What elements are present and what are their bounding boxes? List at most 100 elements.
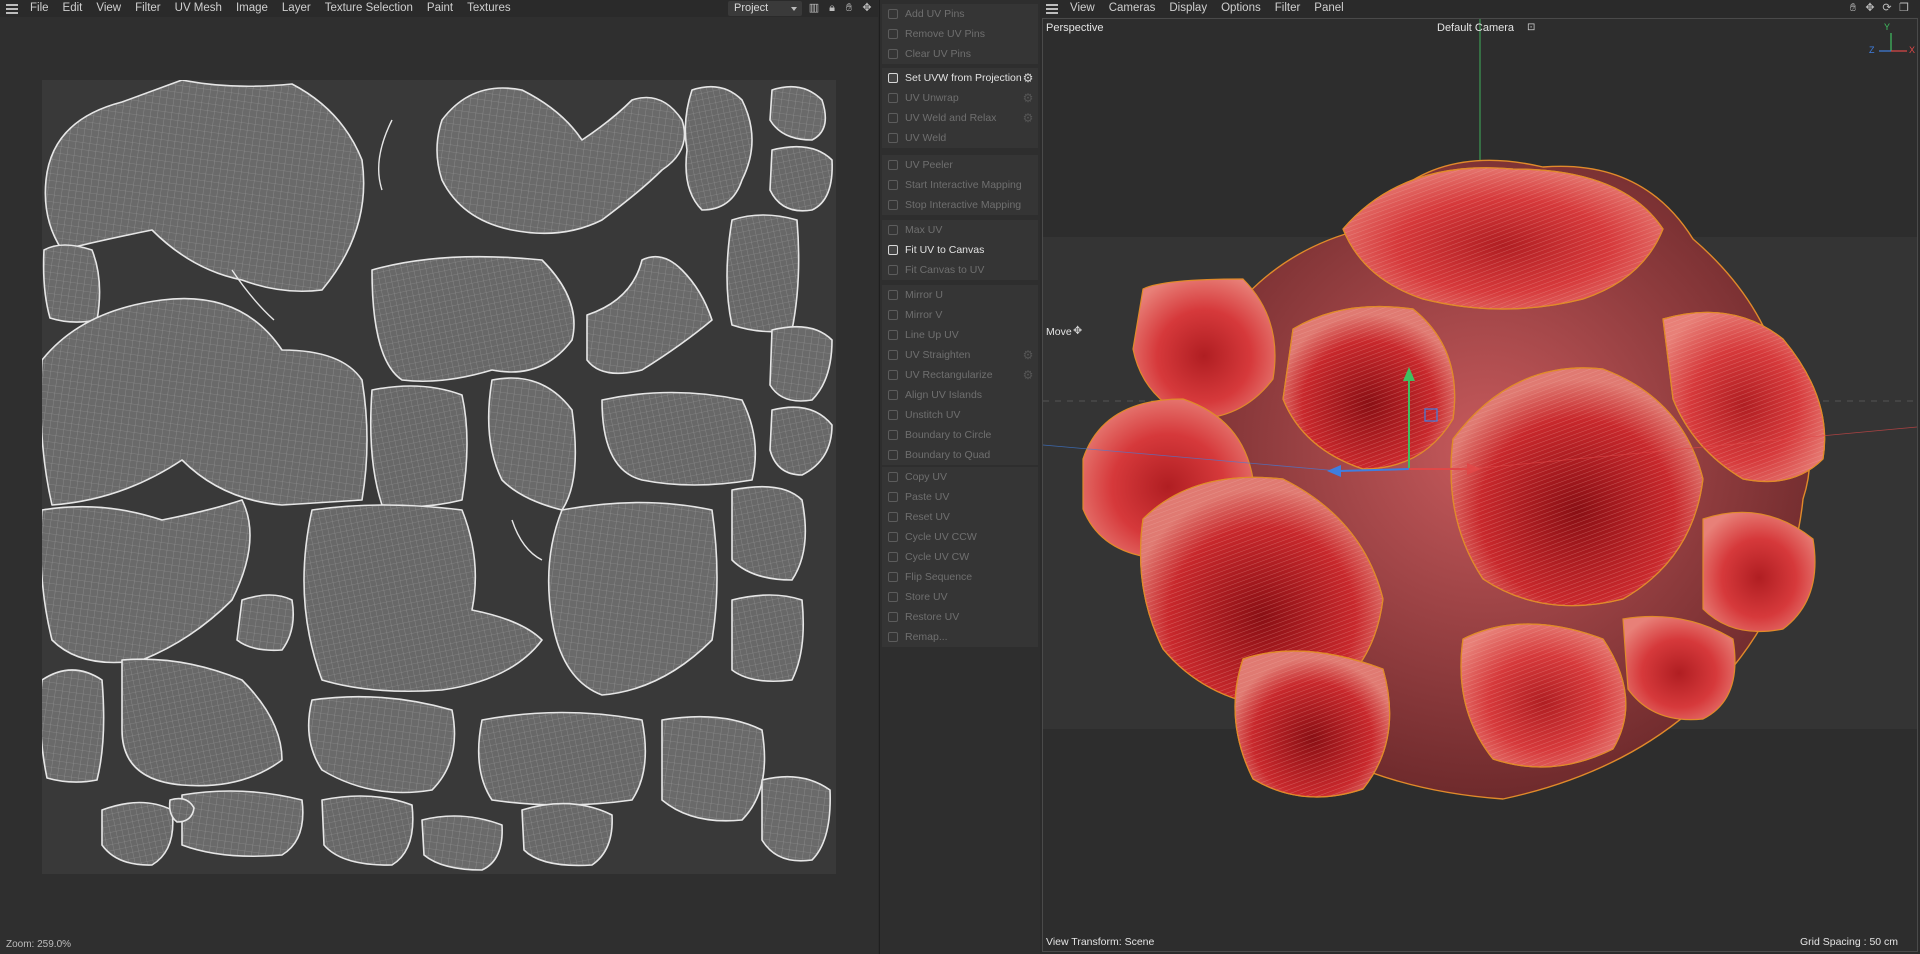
command-boundary-to-quad[interactable]: Boundary to Quad <box>882 445 1038 465</box>
command-remap[interactable]: Remap... <box>882 627 1038 647</box>
command-uv-weld[interactable]: UV Weld <box>882 128 1038 148</box>
uv-canvas[interactable] <box>42 80 836 874</box>
maximize-icon[interactable]: ❐ <box>1898 2 1910 14</box>
perspective-label[interactable]: Perspective <box>1046 22 1103 34</box>
menu-texture-selection[interactable]: Texture Selection <box>318 0 420 17</box>
command-group-6: Copy UV Paste UV Reset UV Cycle UV CCW Cycle… <box>882 467 1038 647</box>
command-start-interactive-mapping[interactable]: Start Interactive Mapping <box>882 175 1038 195</box>
menu-view[interactable]: View <box>89 0 128 17</box>
menu-filter[interactable]: Filter <box>128 0 168 17</box>
cycle-uv-cw-icon <box>888 552 898 562</box>
remap-icon <box>888 632 898 642</box>
command-uv-weld-and-relax[interactable]: UV Weld and Relax ⚙ <box>882 108 1038 128</box>
command-label: UV Unwrap <box>905 92 959 104</box>
chevron-down-icon <box>791 7 797 11</box>
gear-icon[interactable]: ⚙ <box>1022 92 1034 104</box>
menu-layer[interactable]: Layer <box>275 0 318 17</box>
command-set-uvw-from-projection[interactable]: Set UVW from Projection ⚙ <box>882 68 1038 88</box>
hand-pan-icon[interactable]: ✋︎ <box>1847 2 1859 14</box>
command-add-uv-pins[interactable]: Add UV Pins <box>882 4 1038 24</box>
gear-icon[interactable]: ⚙ <box>1022 72 1034 84</box>
command-line-up-uv[interactable]: Line Up UV <box>882 325 1038 345</box>
command-group-5: Mirror U Mirror V Line Up UV UV Straighten ⚙… <box>882 285 1038 465</box>
vp-menu-filter[interactable]: Filter <box>1268 0 1308 17</box>
command-copy-uv[interactable]: Copy UV <box>882 467 1038 487</box>
unstitch-uv-icon <box>888 410 898 420</box>
gear-icon[interactable]: ⚙ <box>1022 349 1034 361</box>
boundary-to-circle-icon <box>888 430 898 440</box>
gear-icon[interactable]: ⚙ <box>1022 369 1034 381</box>
vp-menu-panel[interactable]: Panel <box>1307 0 1350 17</box>
vp-menu-cameras[interactable]: Cameras <box>1102 0 1163 17</box>
command-align-uv-islands[interactable]: Align UV Islands <box>882 385 1038 405</box>
move-arrows-icon[interactable]: ✥ <box>1864 2 1876 14</box>
vp-menu-view[interactable]: View <box>1063 0 1102 17</box>
uv-straighten-icon <box>888 350 898 360</box>
uv-unwrap-icon <box>888 93 898 103</box>
command-stop-interactive-mapping[interactable]: Stop Interactive Mapping <box>882 195 1038 215</box>
menu-file[interactable]: File <box>23 0 56 17</box>
move-arrows-icon[interactable]: ✥ <box>861 2 873 14</box>
command-fit-uv-to-canvas[interactable]: Fit UV to Canvas <box>882 240 1038 260</box>
command-clear-uv-pins[interactable]: Clear UV Pins <box>882 44 1038 64</box>
command-paste-uv[interactable]: Paste UV <box>882 487 1038 507</box>
hand-pan-icon[interactable]: ✋︎ <box>843 2 855 14</box>
command-mirror-v[interactable]: Mirror V <box>882 305 1038 325</box>
command-restore-uv[interactable]: Restore UV <box>882 607 1038 627</box>
uv-island <box>731 594 805 683</box>
uv-rectangularize-icon <box>888 370 898 380</box>
uv-island <box>547 501 718 696</box>
command-fit-canvas-to-uv[interactable]: Fit Canvas to UV <box>882 260 1038 280</box>
menu-edit[interactable]: Edit <box>56 0 90 17</box>
rotate-icon[interactable]: ⟳ <box>1881 2 1893 14</box>
vp-menu-options[interactable]: Options <box>1214 0 1268 17</box>
uv-island <box>303 504 543 693</box>
command-max-uv[interactable]: Max UV <box>882 220 1038 240</box>
gear-icon[interactable]: ⚙ <box>1022 112 1034 124</box>
menu-paint[interactable]: Paint <box>420 0 460 17</box>
copy-uv-icon <box>888 472 898 482</box>
lock-icon[interactable]: 🔒︎ <box>826 2 838 14</box>
vp-menu-display[interactable]: Display <box>1162 0 1214 17</box>
command-cycle-uv-cw[interactable]: Cycle UV CW <box>882 547 1038 567</box>
command-label: Max UV <box>905 224 943 236</box>
viewport-canvas[interactable]: Perspective Default Camera ⊡ Y Z X Move … <box>1042 18 1918 952</box>
command-uv-straighten[interactable]: UV Straighten ⚙ <box>882 345 1038 365</box>
histogram-icon[interactable]: ▥ <box>808 2 820 14</box>
command-unstitch-uv[interactable]: Unstitch UV <box>882 405 1038 425</box>
stop-interactive-mapping-icon <box>888 200 898 210</box>
camera-lock-icon[interactable]: ⊡ <box>1527 22 1535 33</box>
uv-peeler-icon <box>888 160 898 170</box>
hamburger-menu-icon[interactable] <box>6 4 18 14</box>
uv-weld-icon <box>888 133 898 143</box>
command-label: Reset UV <box>905 511 950 523</box>
command-uv-peeler[interactable]: UV Peeler <box>882 155 1038 175</box>
start-interactive-mapping-icon <box>888 180 898 190</box>
command-group-4: Max UV Fit UV to Canvas Fit Canvas to UV <box>882 220 1038 280</box>
menu-uv-mesh[interactable]: UV Mesh <box>168 0 229 17</box>
menu-image[interactable]: Image <box>229 0 275 17</box>
project-select[interactable]: Project <box>728 1 802 16</box>
reset-uv-icon <box>888 512 898 522</box>
command-boundary-to-circle[interactable]: Boundary to Circle <box>882 425 1038 445</box>
command-label: Flip Sequence <box>905 571 973 583</box>
uv-island <box>769 85 827 141</box>
menu-textures[interactable]: Textures <box>460 0 517 17</box>
command-flip-sequence[interactable]: Flip Sequence <box>882 567 1038 587</box>
command-store-uv[interactable]: Store UV <box>882 587 1038 607</box>
command-cycle-uv-ccw[interactable]: Cycle UV CCW <box>882 527 1038 547</box>
command-mirror-u[interactable]: Mirror U <box>882 285 1038 305</box>
uv-island <box>769 325 833 402</box>
hamburger-menu-icon[interactable] <box>1046 4 1058 14</box>
move-tool-label[interactable]: Move <box>1046 326 1072 338</box>
command-reset-uv[interactable]: Reset UV <box>882 507 1038 527</box>
uv-island <box>726 214 800 333</box>
set-uvw-from-projection-icon <box>888 73 898 83</box>
command-label: Start Interactive Mapping <box>905 179 1022 191</box>
command-uv-unwrap[interactable]: UV Unwrap ⚙ <box>882 88 1038 108</box>
command-remove-uv-pins[interactable]: Remove UV Pins <box>882 24 1038 44</box>
default-camera-label[interactable]: Default Camera <box>1437 22 1514 34</box>
uv-island <box>101 801 174 866</box>
command-uv-rectangularize[interactable]: UV Rectangularize ⚙ <box>882 365 1038 385</box>
command-label: Boundary to Circle <box>905 429 992 441</box>
